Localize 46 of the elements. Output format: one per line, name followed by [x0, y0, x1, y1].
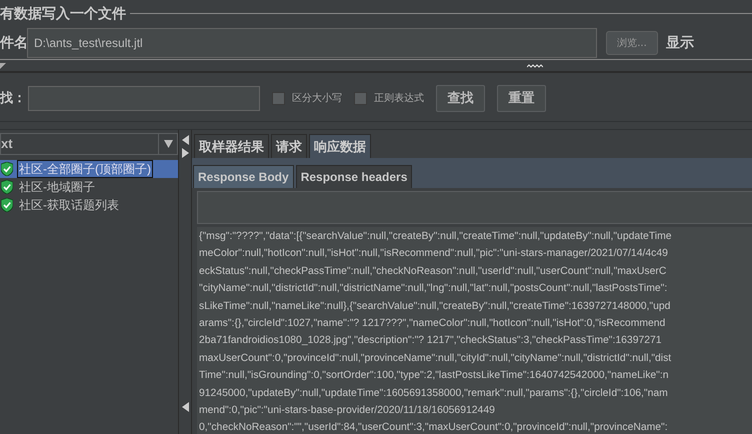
- renderer-value: xt: [1, 135, 14, 153]
- collapse-arrow-icon[interactable]: [0, 62, 6, 68]
- renderer-dropdown[interactable]: xt: [0, 133, 178, 155]
- tab[interactable]: 请求: [271, 134, 307, 158]
- tab[interactable]: Response Body: [193, 165, 294, 188]
- response-text-line: "cityName":null,"districtId":null,"districtName":null,"lng":null,"lat":null,"postsCount":null,"lastPostsTime":: [199, 282, 668, 296]
- browse-button[interactable]: 浏览...: [606, 31, 658, 55]
- checkbox[interactable]: [272, 92, 285, 104]
- tab[interactable]: 取样器结果: [194, 134, 269, 158]
- tree-item[interactable]: 社区-全部圈子(顶部圈子): [0, 160, 178, 178]
- response-text-line: {"msg":"????","data":[{"searchValue":null,"createBy":null,"createTime":null,"updateBy":null,"updateTime: [199, 230, 673, 244]
- tree-item[interactable]: 社区-获取话题列表: [0, 196, 178, 214]
- dropdown-arrow-icon: [164, 140, 172, 148]
- splitter-grip-icon[interactable]: [527, 64, 543, 68]
- tree-item-label: 社区-地域圈子: [18, 179, 96, 196]
- find-button[interactable]: 查找: [436, 84, 485, 112]
- response-text-line: mend":0,"pic":"uni-stars-base-provider/2020/11/18/16056912449: [199, 404, 496, 418]
- collapse-left-icon[interactable]: [182, 402, 188, 412]
- tree-item-label: 社区-获取话题列表: [18, 197, 120, 214]
- reset-button[interactable]: 重置: [497, 84, 546, 112]
- response-text-line: eckStatus":null,"checkPassTime":null,"checkNoReason":null,"userId":null,"userCount":null,"maxUserC: [199, 264, 668, 279]
- response-text-line: meColor":null,"hotIcon":null,"isHot":null,"isRecommend":null,"pic":"uni-stars-manager/2021/07/14/4c49: [199, 247, 669, 262]
- tab[interactable]: Response headers: [296, 165, 412, 188]
- shield-check-icon: [1, 198, 13, 212]
- checkbox-label: 区分大小写: [292, 92, 342, 105]
- response-text-line: maxUserCount":0,"provinceId":null,"provinceName":null,"cityId":null,"cityName":null,"districtId":null,"dist: [199, 352, 672, 366]
- find-field[interactable]: [28, 86, 260, 110]
- response-text-line: 91245000,"updateBy":null,"updateTime":1605691358000,"remark":null,"params":{},"circleId":106,"nam: [199, 386, 669, 401]
- response-text-line: 0,"checkNoReason":"","userId":84,"userCount":3,"maxUserCount":0,"provinceId":null,"provinceName":: [199, 421, 669, 434]
- response-search-field[interactable]: [197, 191, 752, 224]
- tree-item-label: 社区-全部圈子(顶部圈子): [17, 160, 153, 178]
- filename-field[interactable]: D:\ants_test\result.jtl: [27, 28, 597, 58]
- collapse-left-icon[interactable]: [182, 135, 188, 145]
- response-text-line: 2ba71fandroidios1080_1028.jpg","description":"? 1217","checkStatus":3,"checkPassTime":16397271: [199, 334, 663, 348]
- response-text-line: sLikeTime":null,"nameLike":null},{"searchValue":null,"createBy":null,"createTime":1639727148000,"upd: [199, 300, 672, 314]
- checkbox[interactable]: [354, 92, 367, 104]
- tab[interactable]: 响应数据: [309, 134, 371, 158]
- checkbox-label: 正则表达式: [374, 92, 424, 105]
- tree-item[interactable]: 社区-地域圈子: [0, 178, 178, 196]
- shield-check-icon: [1, 162, 13, 176]
- shield-check-icon: [1, 180, 13, 194]
- display-label: 显示: [666, 34, 694, 52]
- response-text-line: arams":{},"circleId":1027,"name":"? 1217???","nameColor":null,"hotIcon":null,"isHot":0,"isRecommend: [199, 317, 666, 332]
- expand-right-icon[interactable]: [182, 148, 188, 158]
- response-text-line: Time":null,"isGrounding":0,"sortOrder":100,"type":2,"lastPostsLikeTime":1640742542000,"nameLike":n: [199, 369, 670, 384]
- section-title: 有数据写入一个文件: [0, 4, 126, 22]
